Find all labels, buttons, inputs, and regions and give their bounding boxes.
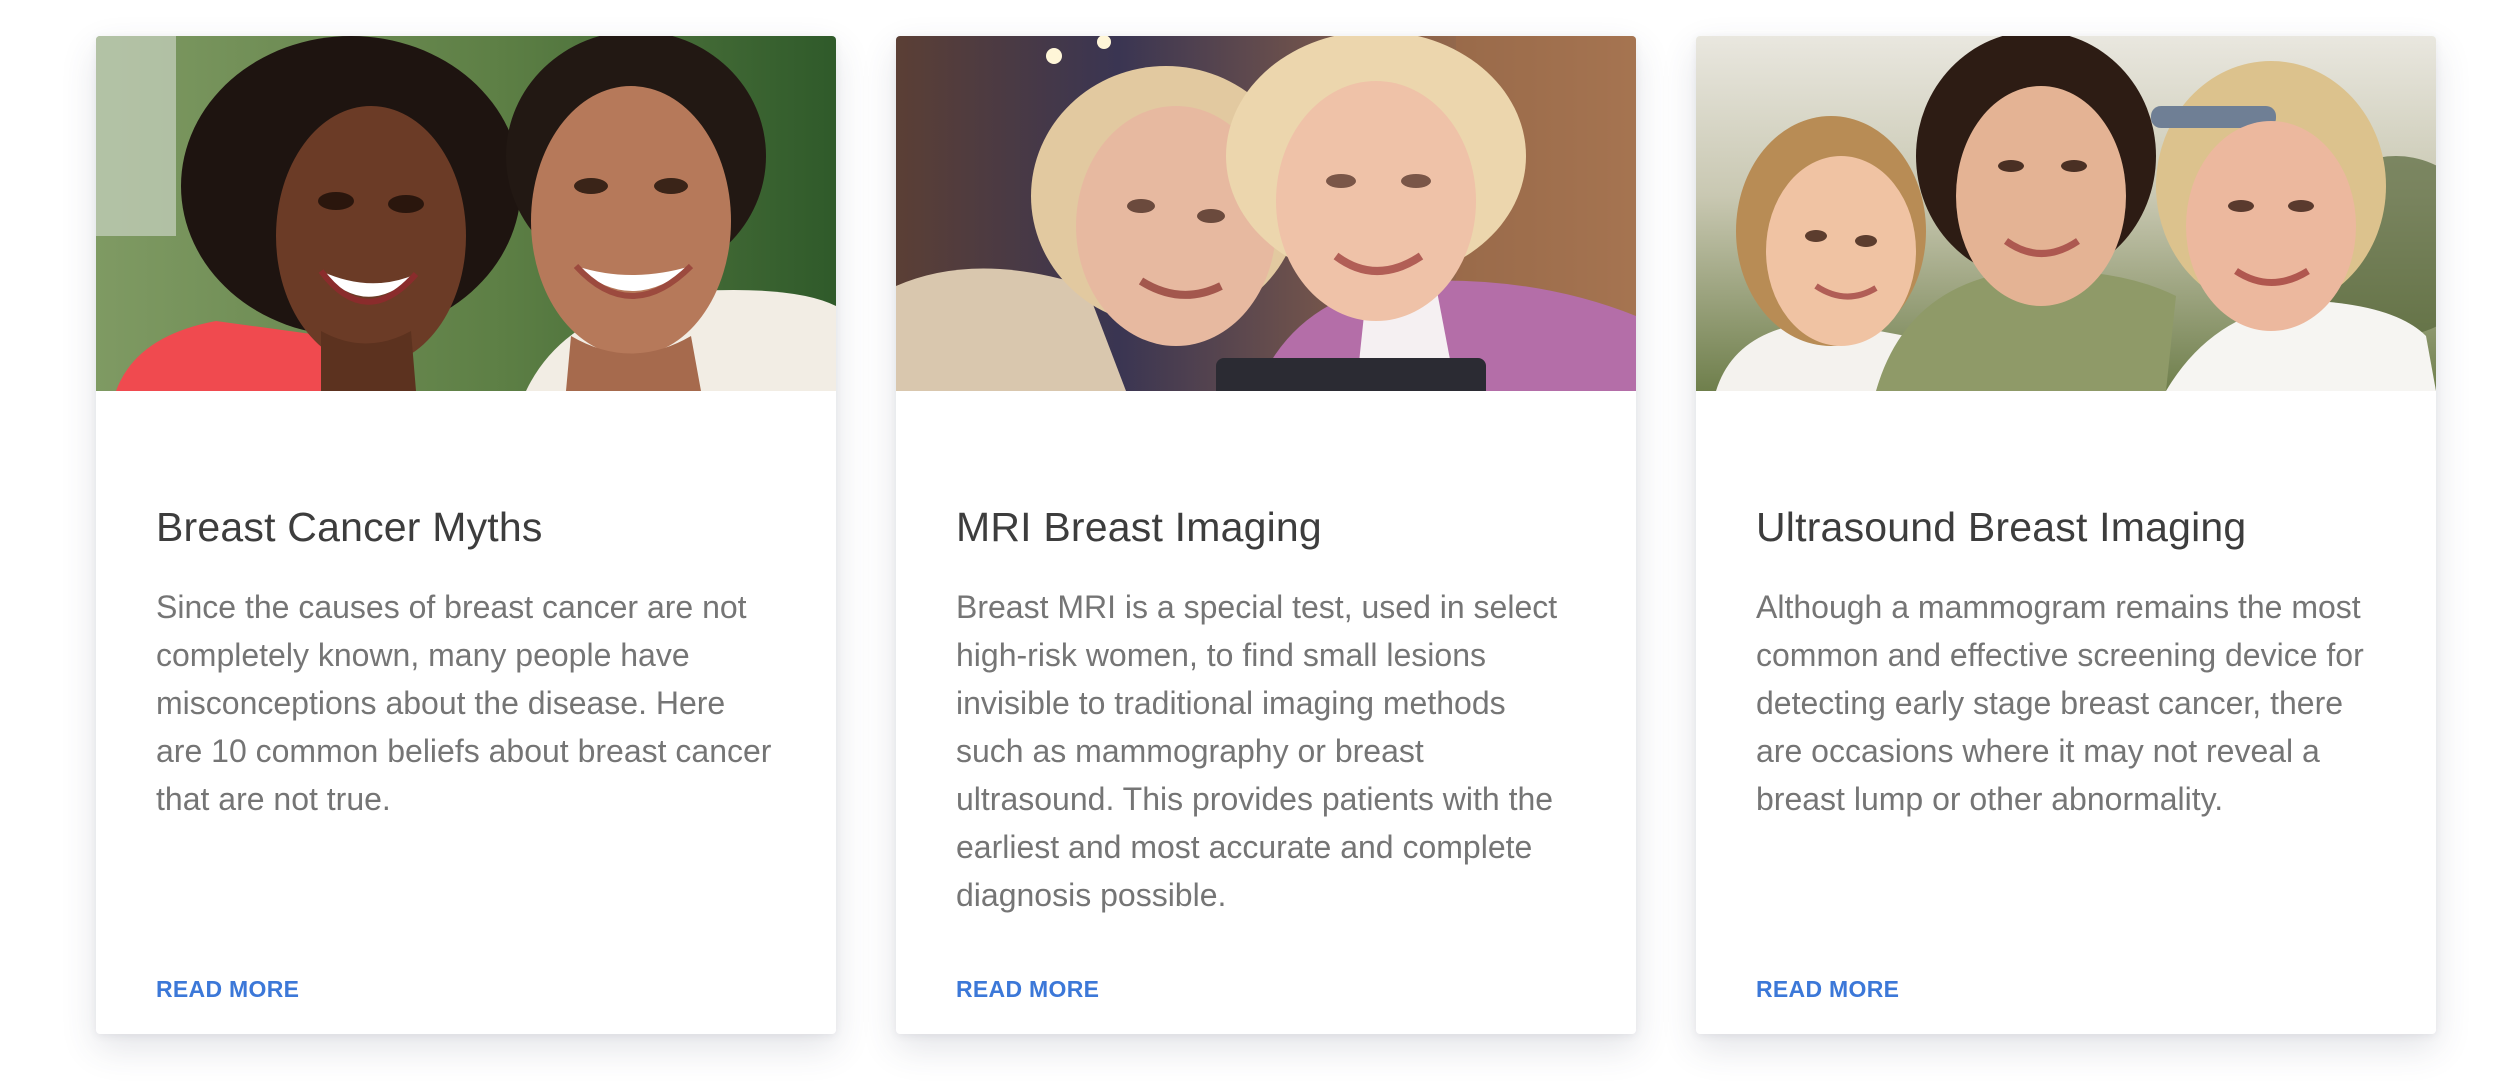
card-description: Although a mammogram remains the most co… xyxy=(1756,589,2364,817)
read-more-link[interactable]: READ MORE xyxy=(1756,975,1899,1003)
card-title[interactable]: Breast Cancer Myths xyxy=(156,503,543,551)
card-image[interactable] xyxy=(896,36,1636,391)
photo-older-women-illustration xyxy=(896,36,1636,391)
card-title[interactable]: MRI Breast Imaging xyxy=(956,503,1322,551)
card-image[interactable] xyxy=(96,36,836,391)
photo-two-women-illustration xyxy=(96,36,836,391)
article-card-breast-cancer-myths: Breast Cancer Myths Since the causes of … xyxy=(96,36,836,1034)
card-body: Ultrasound Breast Imaging Although a mam… xyxy=(1756,391,2378,1034)
article-card-mri-breast-imaging: MRI Breast Imaging Breast MRI is a speci… xyxy=(896,36,1636,1034)
photo-three-generations-illustration xyxy=(1696,36,2436,391)
card-title[interactable]: Ultrasound Breast Imaging xyxy=(1756,503,2246,551)
read-more-link[interactable]: READ MORE xyxy=(956,975,1099,1003)
card-body: Breast Cancer Myths Since the causes of … xyxy=(156,391,778,1034)
article-card-ultrasound-breast-imaging: Ultrasound Breast Imaging Although a mam… xyxy=(1696,36,2436,1034)
card-description: Breast MRI is a special test, used in se… xyxy=(956,589,1558,913)
card-body: MRI Breast Imaging Breast MRI is a speci… xyxy=(956,391,1578,1034)
card-image[interactable] xyxy=(1696,36,2436,391)
card-description: Since the causes of breast cancer are no… xyxy=(156,589,772,817)
article-card-grid: Breast Cancer Myths Since the causes of … xyxy=(96,36,2436,1034)
read-more-link[interactable]: READ MORE xyxy=(156,975,299,1003)
